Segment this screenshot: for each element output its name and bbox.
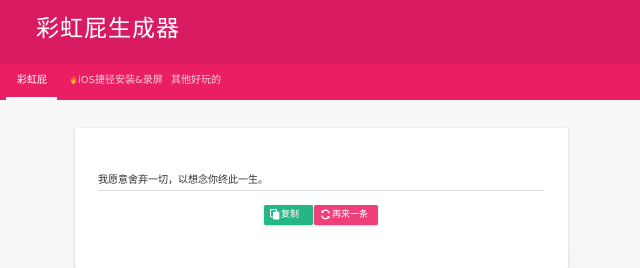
copy-button[interactable]: 复制 <box>264 205 313 225</box>
tab-other-fun[interactable]: 其他好玩的 <box>171 64 221 100</box>
next-quote-label: 再来一条 <box>332 210 369 220</box>
tab-label: 彩虹屁 <box>17 75 47 86</box>
app-title: 彩虹屁生成器 <box>36 16 180 42</box>
tab-label: iOS捷径安装&录屏 <box>78 75 163 86</box>
tab-rainbow-fart[interactable]: 彩虹屁 <box>17 64 47 100</box>
flame-icon <box>70 75 77 84</box>
tab-ios-shortcut[interactable]: iOS捷径安装&录屏 <box>70 64 163 100</box>
next-quote-button[interactable]: 再来一条 <box>314 205 378 225</box>
app-header: 彩虹屁生成器 <box>0 0 640 64</box>
generator-card: 我愿意舍弃一切，以想念你终此一生。 复制 再来一条 <box>75 128 568 268</box>
tab-bar: 彩虹屁 iOS捷径安装&录屏 其他好玩的 <box>0 64 640 100</box>
refresh-icon <box>321 209 330 220</box>
tab-label: 其他好玩的 <box>171 75 221 86</box>
copy-icon <box>269 208 280 220</box>
copy-button-label: 复制 <box>281 210 300 220</box>
quote-text-field[interactable]: 我愿意舍弃一切，以想念你终此一生。 <box>98 173 544 191</box>
page-content: 我愿意舍弃一切，以想念你终此一生。 复制 再来一条 <box>0 100 640 268</box>
